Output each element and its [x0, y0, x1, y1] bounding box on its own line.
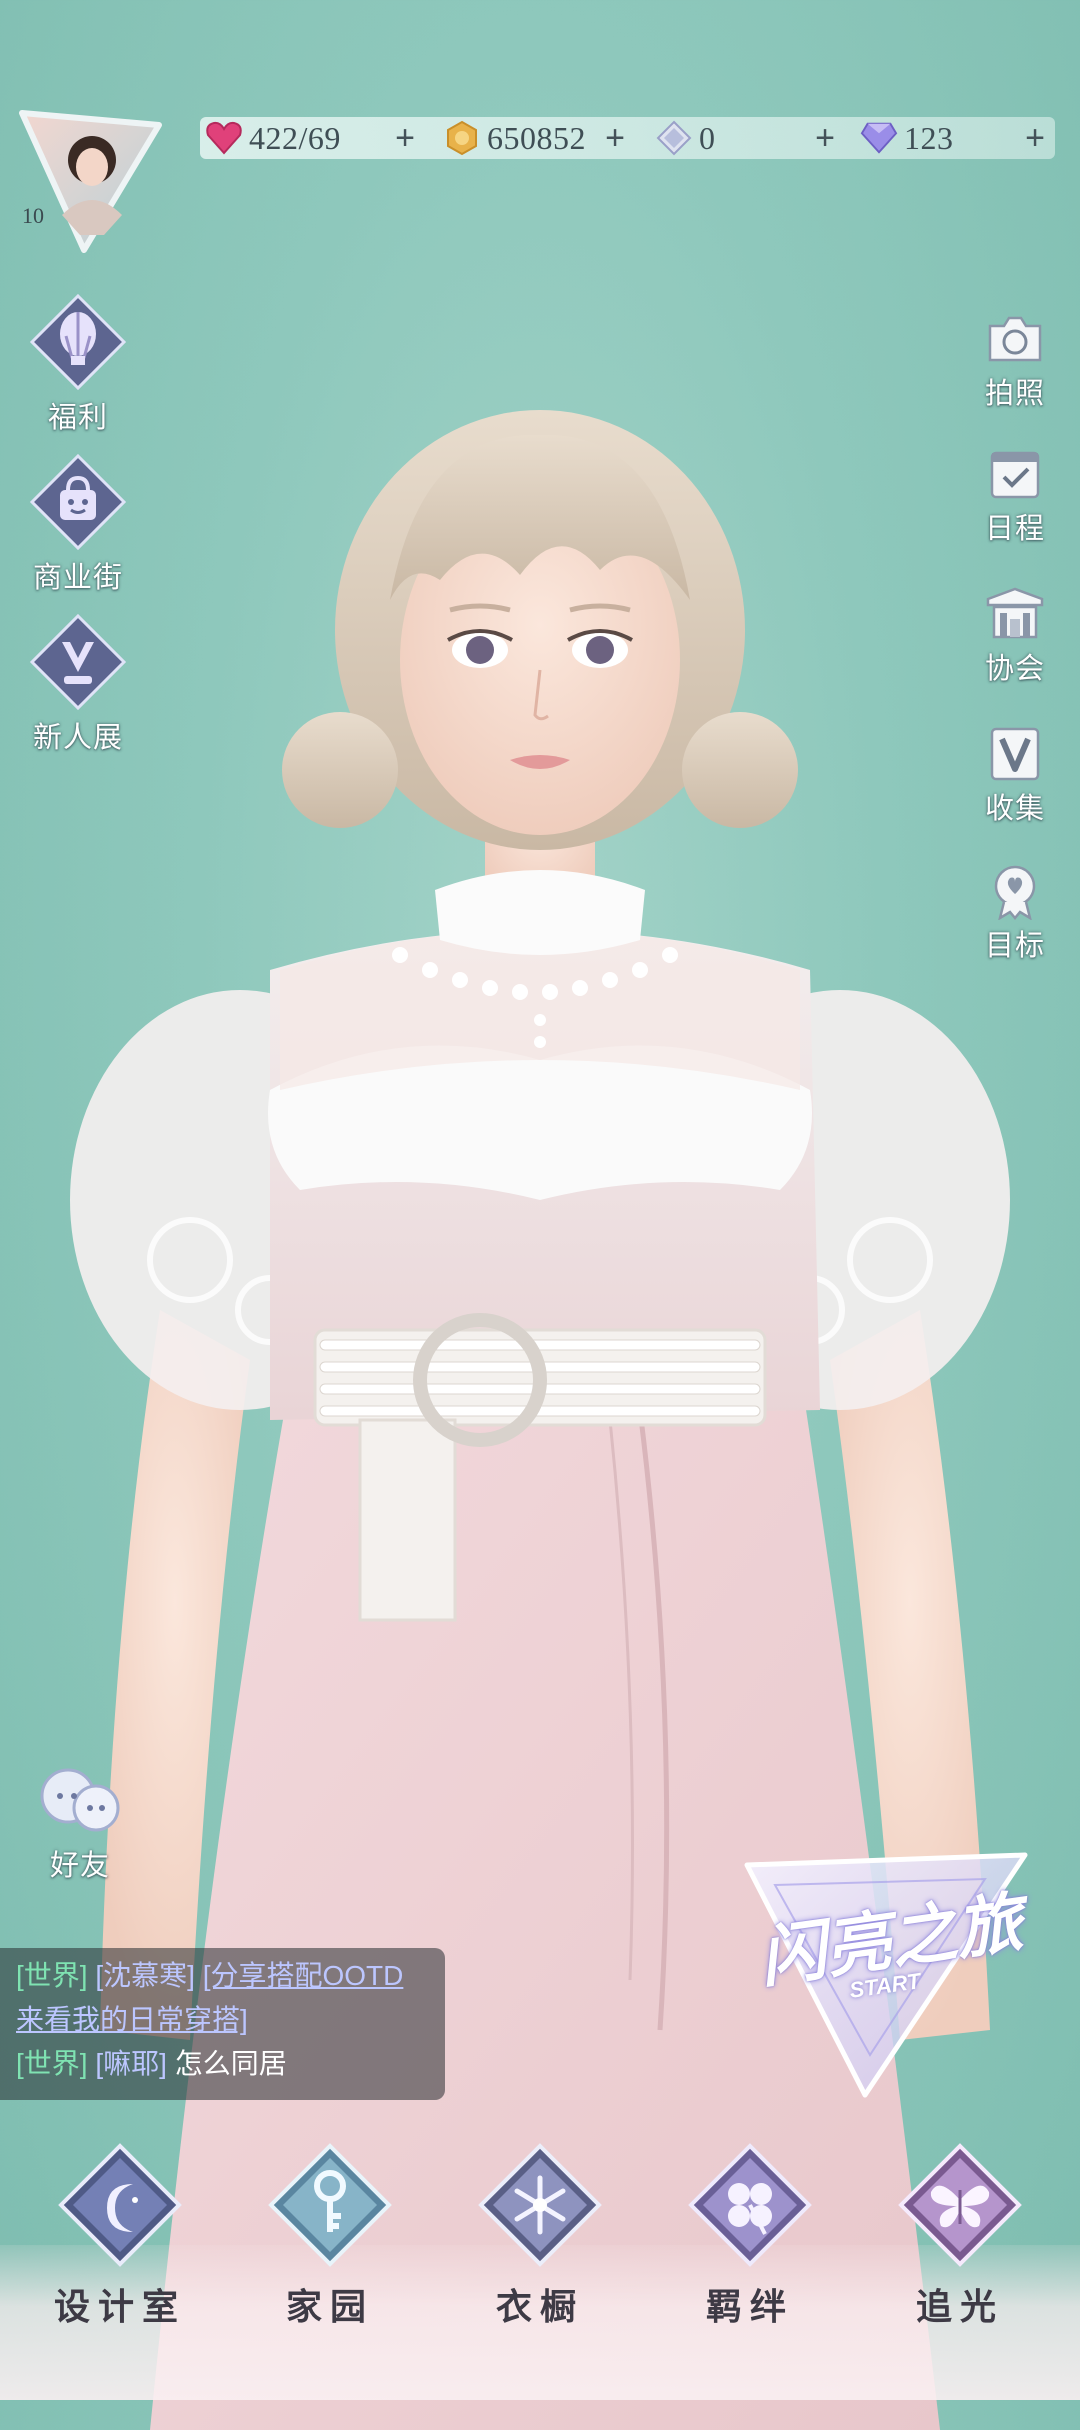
- collection-label: 收集: [984, 793, 1045, 825]
- nav-design-studio[interactable]: 设计室: [30, 2140, 210, 2330]
- crystal-counter: 0: [655, 117, 716, 159]
- goal-button[interactable]: 目标: [970, 862, 1060, 964]
- chat-message: [世界] [嘛耶] 怎么同居: [16, 2042, 445, 2086]
- crystal-value: 0: [699, 119, 716, 156]
- nav-home-label: 家园: [285, 2287, 374, 2327]
- newcomer-exhibition-label: 新人展: [32, 722, 123, 754]
- world-chat-panel[interactable]: [世界] [沈慕寒] [分享搭配OOTD 来看我的日常穿搭] [世界] [嘛耶]…: [0, 1948, 445, 2100]
- association-button[interactable]: 协会: [970, 585, 1060, 687]
- stamina-value: 422/69: [249, 119, 341, 156]
- nav-design-studio-label: 设计室: [53, 2287, 186, 2327]
- gold-coin-icon: [443, 119, 481, 157]
- photo-button[interactable]: 拍照: [970, 310, 1060, 412]
- diamond-value: 123: [904, 119, 954, 156]
- moon-icon: [58, 2143, 182, 2267]
- building-icon: [986, 587, 1044, 639]
- butterfly-icon: [898, 2143, 1022, 2267]
- shopping-street-button[interactable]: 商业街: [23, 452, 133, 596]
- nav-bond-label: 羁绊: [705, 2287, 794, 2327]
- welfare-button[interactable]: 福利: [23, 292, 133, 436]
- coin-value: 650852: [487, 119, 586, 156]
- heart-gem-icon: [205, 119, 243, 157]
- trophy-icon: [29, 613, 127, 711]
- chat-message: [世界] [沈慕寒] [分享搭配OOTD: [16, 1954, 445, 1998]
- chat-sender[interactable]: [嘛耶]: [95, 2048, 167, 2079]
- nav-wardrobe-label: 衣橱: [495, 2287, 584, 2327]
- chat-share-link-continued[interactable]: 来看我的日常穿搭]: [16, 2004, 248, 2035]
- snowflake-icon: [478, 2143, 602, 2267]
- nav-chase-light[interactable]: 追光: [870, 2140, 1050, 2330]
- collection-v-icon: [990, 727, 1040, 781]
- crystal-icon: [655, 119, 693, 157]
- clover-icon: [688, 2143, 812, 2267]
- stamina-counter: 422/69: [205, 117, 341, 159]
- shining-journey-banner[interactable]: 闪亮之旅 START: [735, 1845, 1035, 2105]
- newcomer-exhibition-button[interactable]: 新人展: [13, 612, 143, 756]
- nav-home[interactable]: 家园: [240, 2140, 420, 2330]
- chat-message-continued: 来看我的日常穿搭]: [16, 1998, 445, 2042]
- chat-channel: [世界]: [16, 2048, 88, 2079]
- shopping-street-label: 商业街: [32, 562, 123, 594]
- chat-sender[interactable]: [沈慕寒]: [95, 1960, 195, 1991]
- collection-button[interactable]: 收集: [970, 725, 1060, 827]
- camera-icon: [988, 316, 1042, 362]
- hot-air-balloon-icon: [29, 293, 127, 391]
- photo-label: 拍照: [984, 378, 1045, 410]
- shopping-bag-icon: [29, 453, 127, 551]
- chat-channel: [世界]: [16, 1960, 88, 1991]
- key-icon: [268, 2143, 392, 2267]
- diamond-counter: 123: [860, 117, 954, 159]
- chat-text: 怎么同居: [174, 2048, 287, 2079]
- medal-icon: [994, 865, 1036, 920]
- player-avatar[interactable]: [14, 105, 164, 255]
- coin-add-button[interactable]: +: [598, 117, 632, 159]
- nav-wardrobe[interactable]: 衣橱: [450, 2140, 630, 2330]
- goal-label: 目标: [984, 930, 1045, 962]
- friends-button[interactable]: 好友: [25, 1760, 135, 1884]
- nav-bond[interactable]: 羁绊: [660, 2140, 840, 2330]
- coin-counter: 650852: [443, 117, 586, 159]
- welfare-label: 福利: [47, 402, 108, 434]
- diamond-add-button[interactable]: +: [1018, 117, 1052, 159]
- crystal-add-button[interactable]: +: [808, 117, 842, 159]
- association-label: 协会: [984, 653, 1045, 685]
- calendar-check-icon: [990, 451, 1040, 499]
- player-level: 10: [22, 203, 44, 228]
- diamond-icon: [860, 119, 898, 157]
- schedule-label: 日程: [984, 513, 1045, 545]
- friends-label: 好友: [49, 1850, 110, 1882]
- schedule-button[interactable]: 日程: [970, 445, 1060, 547]
- character-model: [70, 410, 1010, 2430]
- friends-icon: [40, 1768, 120, 1832]
- nav-chase-light-label: 追光: [915, 2287, 1004, 2327]
- chat-share-link[interactable]: [分享搭配OOTD: [203, 1960, 404, 1991]
- stamina-add-button[interactable]: +: [388, 117, 422, 159]
